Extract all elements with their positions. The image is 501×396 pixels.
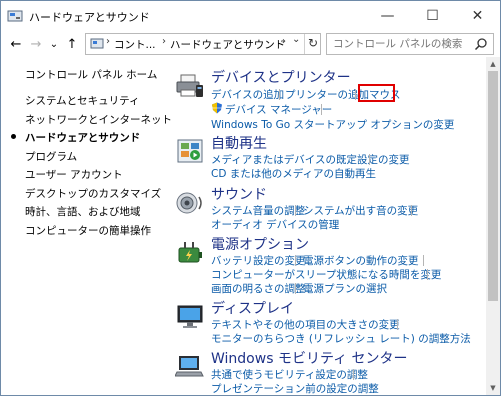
close-button[interactable]: ✕ — [455, 1, 500, 31]
speaker-icon[interactable] — [175, 188, 205, 218]
up-arrow-icon[interactable]: ↑ — [63, 35, 81, 53]
control-panel-icon — [7, 9, 23, 23]
link-refresh-rate[interactable]: モニターのちらつき (リフレッシュ レート) の調整方法 — [211, 331, 471, 346]
category-title-mobility[interactable]: Windows モビリティ センター — [211, 348, 408, 368]
sidebar-item-user-accounts[interactable]: ユーザー アカウント — [25, 167, 123, 182]
sidebar: コントロール パネル ホーム システムとセキュリティ ネットワークとインターネッ… — [1, 57, 172, 395]
link-common-mobility-settings[interactable]: 共通で使うモビリティ設定の調整 — [211, 367, 368, 382]
scroll-up-icon[interactable]: ▲ — [486, 57, 500, 71]
link-separator — [295, 255, 296, 266]
window-title: ハードウェアとサウンド — [29, 11, 150, 24]
link-add-device[interactable]: デバイスの追加 — [211, 87, 284, 102]
address-divider — [304, 34, 305, 54]
link-separator — [427, 269, 428, 280]
link-device-manager[interactable]: デバイス マネージャー — [225, 102, 332, 117]
forward-arrow-icon[interactable]: → — [27, 35, 45, 53]
link-choose-power-plan[interactable]: 電源プランの選択 — [303, 281, 387, 296]
link-cd-autoplay[interactable]: CD または他のメディアの自動再生 — [211, 166, 376, 181]
control-panel-icon — [90, 37, 104, 51]
link-separator — [355, 89, 356, 100]
scroll-thumb[interactable] — [488, 71, 498, 301]
mobility-icon[interactable] — [174, 352, 205, 382]
monitor-icon[interactable] — [175, 302, 205, 332]
link-separator — [295, 205, 296, 216]
back-arrow-icon[interactable]: ← — [7, 35, 25, 53]
search-icon[interactable] — [474, 37, 488, 51]
link-sleep-timing[interactable]: コンピューターがスリープ状態になる時間を変更 — [211, 267, 441, 282]
category-title-devices[interactable]: デバイスとプリンター — [211, 67, 351, 87]
sidebar-item-network-internet[interactable]: ネットワークとインターネット — [25, 112, 172, 127]
link-windows-to-go[interactable]: Windows To Go スタートアップ オプションの変更 — [211, 117, 454, 132]
maximize-button[interactable]: ☐ — [410, 1, 455, 31]
link-separator — [397, 319, 398, 330]
control-panel-window: ハードウェアとサウンド — ☐ ✕ ← → ⌄ ↑ › コント... › ハード… — [0, 0, 501, 396]
search-input[interactable] — [333, 37, 473, 51]
category-sound: サウンド システム音量の調整 システムが出す音の変更 オーディオ デバイスの管理 — [171, 184, 487, 232]
link-separator — [353, 369, 354, 380]
search-box[interactable] — [326, 33, 494, 55]
link-screen-brightness[interactable]: 画面の明るさの調整 — [211, 281, 306, 296]
address-bar[interactable]: › コント... › ハードウェアとサウンド › ⌄ ↻ — [85, 33, 321, 55]
sidebar-home-link[interactable]: コントロール パネル ホーム — [25, 67, 157, 82]
sidebar-item-desktop-customization[interactable]: デスクトップのカスタマイズ — [25, 186, 161, 201]
title-bar[interactable]: ハードウェアとサウンド — ☐ ✕ — [1, 1, 500, 31]
autoplay-icon[interactable] — [175, 137, 205, 167]
sidebar-item-programs[interactable]: プログラム — [25, 149, 77, 164]
breadcrumb-separator: › — [106, 36, 110, 47]
refresh-icon[interactable]: ↻ — [308, 36, 318, 50]
link-add-printer[interactable]: プリンターの追加 — [285, 87, 369, 102]
minimize-button[interactable]: — — [365, 1, 410, 31]
vertical-scrollbar[interactable]: ▲ ▼ — [486, 57, 500, 395]
sidebar-item-system-security[interactable]: システムとセキュリティ — [25, 93, 140, 108]
category-title-sound[interactable]: サウンド — [211, 184, 267, 204]
address-dropdown-icon[interactable]: ⌄ — [292, 34, 300, 45]
link-separator — [321, 104, 322, 115]
category-devices-printers: デバイスとプリンター デバイスの追加 プリンターの追加 マウス デバイス マネー… — [171, 67, 487, 131]
sidebar-item-ease-of-access[interactable]: コンピューターの簡単操作 — [25, 223, 151, 238]
link-separator — [423, 255, 424, 266]
link-change-default-media[interactable]: メディアまたはデバイスの既定設定の変更 — [211, 152, 409, 167]
link-adjust-volume[interactable]: システム音量の調整 — [211, 203, 305, 218]
active-indicator — [11, 134, 16, 139]
sidebar-item-hardware-sound[interactable]: ハードウェアとサウンド — [25, 130, 140, 145]
breadcrumb-control-panel[interactable]: コント... — [114, 37, 156, 52]
link-manage-audio-devices[interactable]: オーディオ デバイスの管理 — [211, 217, 339, 232]
category-power-options: 電源オプション バッテリ設定の変更 電源ボタンの動作の変更 コンピューターがスリ… — [171, 234, 487, 296]
link-battery-settings[interactable]: バッテリ設定の変更 — [211, 253, 306, 268]
sidebar-item-clock-language-region[interactable]: 時計、言語、および地域 — [25, 204, 141, 219]
breadcrumb-separator: › — [162, 36, 166, 47]
link-separator — [411, 205, 412, 216]
category-autoplay: 自動再生 メディアまたはデバイスの既定設定の変更 CD または他のメディアの自動… — [171, 133, 487, 181]
category-mobility-center: Windows モビリティ センター 共通で使うモビリティ設定の調整 プレゼンテ… — [171, 348, 487, 395]
category-title-autoplay[interactable]: 自動再生 — [211, 133, 267, 153]
link-separator — [369, 154, 370, 165]
link-text-size[interactable]: テキストやその他の項目の大きさの変更 — [211, 317, 400, 332]
shield-icon — [211, 102, 223, 114]
category-title-power[interactable]: 電源オプション — [211, 234, 309, 254]
link-separator — [279, 89, 280, 100]
address-row: ← → ⌄ ↑ › コント... › ハードウェアとサウンド › ⌄ ↻ — [1, 31, 500, 57]
link-separator — [295, 283, 296, 294]
power-icon[interactable] — [175, 238, 205, 268]
main-content: デバイスとプリンター デバイスの追加 プリンターの追加 マウス デバイス マネー… — [171, 57, 487, 395]
link-power-button-behavior[interactable]: 電源ボタンの動作の変更 — [303, 253, 419, 268]
category-display: ディスプレイ テキストやその他の項目の大きさの変更 モニターのちらつき (リフレ… — [171, 298, 487, 346]
breadcrumb-separator: › — [282, 36, 286, 47]
link-presentation-settings[interactable]: プレゼンテーション前の設定の調整 — [211, 381, 379, 395]
recent-locations-icon[interactable]: ⌄ — [45, 35, 63, 53]
link-change-system-sounds[interactable]: システムが出す音の変更 — [303, 203, 418, 218]
printer-icon[interactable] — [175, 71, 205, 101]
category-title-display[interactable]: ディスプレイ — [211, 298, 294, 318]
breadcrumb-hardware-sound[interactable]: ハードウェアとサウンド — [170, 37, 285, 52]
scroll-down-icon[interactable]: ▼ — [486, 381, 500, 395]
mouse-highlight-box — [358, 84, 395, 102]
